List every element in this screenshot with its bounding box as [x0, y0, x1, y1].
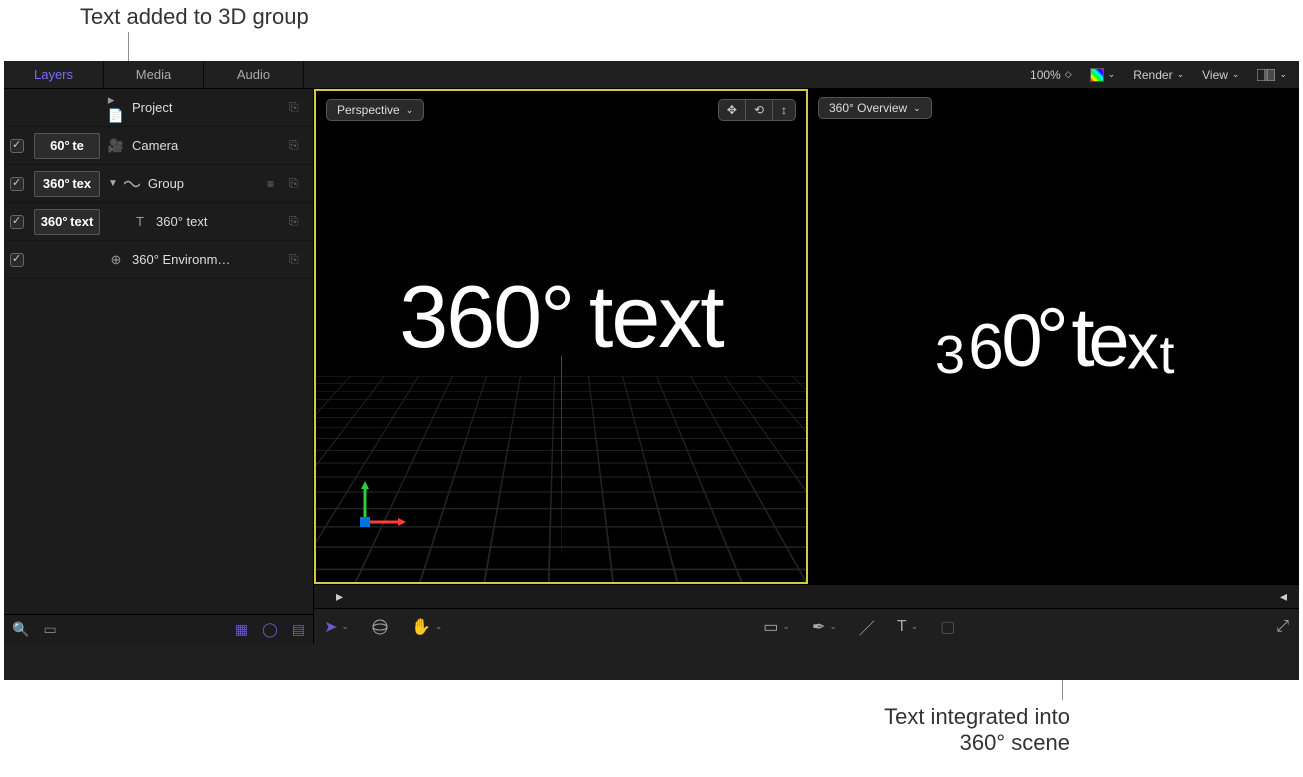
zoom-menu[interactable]: 100%◇ — [1030, 68, 1072, 82]
tab-audio[interactable]: Audio — [204, 61, 304, 88]
checkbox[interactable] — [10, 177, 24, 191]
mini-timeline[interactable]: ▸ ◂ — [314, 584, 1299, 608]
tab-media[interactable]: Media — [104, 61, 204, 88]
left-tab-bar: Layers Media Audio — [4, 61, 314, 89]
rectangle-tool[interactable]: ▭⌄ — [763, 617, 790, 637]
pan-tool[interactable]: ✋⌄ — [411, 617, 442, 637]
annotation-bottom-l1: Text integrated into — [884, 704, 1070, 729]
text360-label: 360° text — [156, 214, 289, 229]
paint-tool[interactable]: ／ — [859, 615, 875, 639]
viewport-perspective[interactable]: Perspective ⌄ ✥ ⟲ ↕ 360° text — [314, 89, 808, 584]
curved-char: 3 — [935, 324, 965, 386]
curved-char: x — [1127, 310, 1159, 383]
checkbox[interactable] — [10, 253, 24, 267]
curved-char: 6 — [968, 310, 1004, 383]
curved-char: e — [1089, 299, 1130, 383]
annotation-bottom-l2: 360° scene — [960, 730, 1070, 755]
tab-layers[interactable]: Layers — [4, 61, 104, 88]
zoom-value: 100% — [1030, 68, 1061, 82]
view-label: View — [1202, 68, 1228, 82]
checkbox[interactable] — [10, 139, 24, 153]
mask-tool[interactable]: ▢ — [940, 617, 955, 637]
curved-text-object[interactable]: 360° text — [932, 296, 1175, 378]
disclosure-triangle[interactable]: ▼ — [108, 178, 118, 189]
layers-footer: 🔍 ▭ ▦ ◯ ▤ — [4, 614, 313, 644]
select-tool[interactable]: ➤⌄ — [324, 617, 349, 637]
view-menu[interactable]: View⌄ — [1202, 68, 1239, 82]
scene-3d: 360° text — [316, 91, 806, 582]
thumb-blank — [34, 247, 100, 273]
group-label: Group — [148, 176, 267, 191]
lock-icon[interactable]: ⎘ — [289, 138, 305, 153]
grid-icon[interactable]: ▦ — [235, 621, 248, 638]
main-area: ▸📄 Project ⎘ 60° te 🎥 Camera ⎘ 360° tex … — [4, 89, 1299, 644]
annotation-bottom: Text integrated into 360° scene — [820, 704, 1070, 756]
lock-icon[interactable]: ⎘ — [289, 100, 305, 115]
environment-icon: ⊕ — [108, 252, 124, 268]
annotation-top: Text added to 3D group — [80, 4, 380, 30]
checkbox[interactable] — [10, 215, 24, 229]
thumbnail: 60° te — [34, 133, 100, 159]
layer-row-camera[interactable]: 60° te 🎥 Camera ⎘ — [4, 127, 313, 165]
viewports: Perspective ⌄ ✥ ⟲ ↕ 360° text — [314, 89, 1299, 584]
layer-row-environment[interactable]: ⊕ 360° Environm… ⎘ — [4, 241, 313, 279]
curved-char: t — [1160, 324, 1175, 386]
text-icon: T — [132, 214, 148, 230]
project-label: Project — [132, 100, 289, 115]
lock-icon[interactable]: ⎘ — [289, 214, 305, 229]
color-channel-menu[interactable]: ⌄ — [1090, 68, 1116, 82]
camera-label: Camera — [132, 138, 289, 153]
env-label: 360° Environm… — [132, 252, 289, 267]
camera-icon: 🎥 — [108, 138, 124, 154]
thumbnail: 360° text — [34, 209, 100, 235]
thumbnail: 360° tex — [34, 171, 100, 197]
lock-icon[interactable]: ⎘ — [289, 176, 305, 191]
gear-icon[interactable]: ◯ — [262, 621, 278, 638]
z-axis-line — [561, 356, 562, 552]
search-icon[interactable]: 🔍 — [12, 621, 29, 638]
render-label: Render — [1133, 68, 1172, 82]
layer-row-project[interactable]: ▸📄 Project ⎘ — [4, 89, 313, 127]
canvas-area: Perspective ⌄ ✥ ⟲ ↕ 360° text — [314, 89, 1299, 644]
stack-icon[interactable]: ≡ — [267, 177, 283, 191]
canvas-toolbar: ➤⌄ ✋⌄ ▭⌄ ✒⌄ ／ T⌄ ▢ ⤢ — [314, 608, 1299, 644]
viewport-top-bar: 100%◇ ⌄ Render⌄ View⌄ ⌄ — [314, 61, 1299, 89]
in-marker[interactable]: ▸ — [336, 588, 343, 605]
clip-icon[interactable]: ▤ — [292, 621, 305, 638]
3d-transform-tool[interactable] — [371, 618, 389, 636]
lock-icon[interactable]: ⎘ — [289, 252, 305, 267]
color-swatch-icon — [1090, 68, 1104, 82]
viewport-360[interactable]: 360° Overview ⌄ 360° text — [808, 89, 1299, 584]
thumb-blank — [34, 95, 100, 121]
group-3d-icon — [124, 176, 140, 192]
project-icon: ▸📄 — [108, 100, 124, 116]
axis-gizmo[interactable] — [350, 477, 410, 542]
scene-360: 360° text — [808, 89, 1299, 584]
layer-row-360text[interactable]: 360° text T 360° text ⎘ — [4, 203, 313, 241]
app-window: Layers Media Audio 100%◇ ⌄ Render⌄ View⌄… — [4, 61, 1299, 680]
canvas-text-object[interactable]: 360° text — [399, 266, 722, 368]
layer-row-group[interactable]: 360° tex ▼ Group ≡ ⎘ — [4, 165, 313, 203]
layout-menu[interactable]: ⌄ — [1257, 69, 1287, 81]
layers-list: ▸📄 Project ⎘ 60° te 🎥 Camera ⎘ 360° tex … — [4, 89, 313, 614]
layers-panel: ▸📄 Project ⎘ 60° te 🎥 Camera ⎘ 360° tex … — [4, 89, 314, 644]
out-marker[interactable]: ◂ — [1280, 588, 1287, 605]
frame-icon[interactable]: ▭ — [43, 621, 56, 638]
fullscreen-toggle[interactable]: ⤢ — [1276, 618, 1289, 636]
pen-tool[interactable]: ✒⌄ — [812, 617, 837, 637]
render-menu[interactable]: Render⌄ — [1133, 68, 1184, 82]
text-tool[interactable]: T⌄ — [897, 618, 918, 636]
